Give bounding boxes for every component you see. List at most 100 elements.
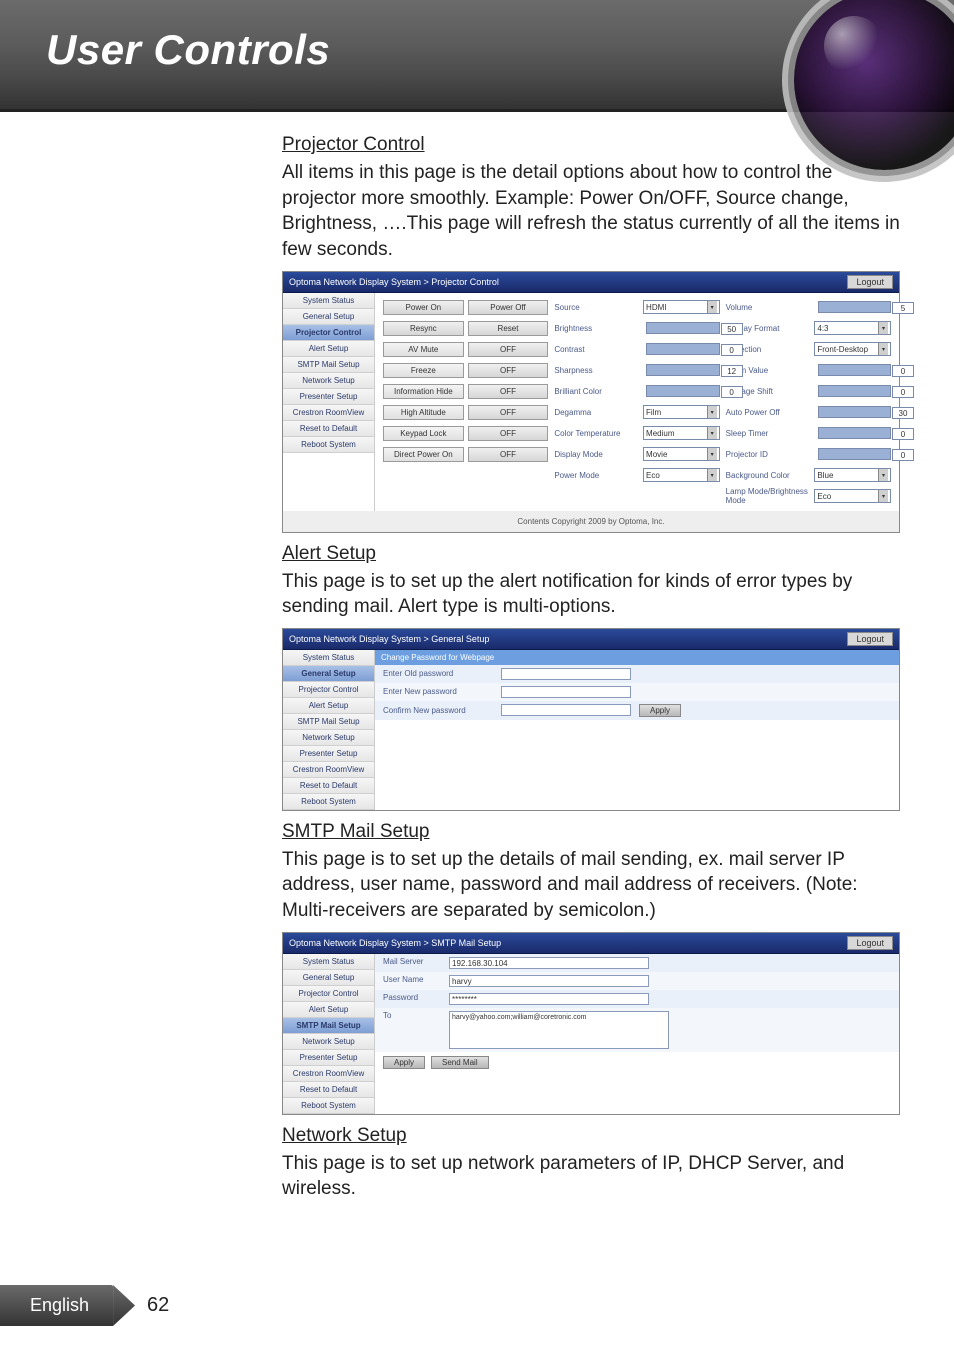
shot-body: System Status General Setup Projector Co… <box>283 650 899 810</box>
source-select[interactable]: HDMI <box>643 300 720 314</box>
nav-reset-default[interactable]: Reset to Default <box>283 421 374 437</box>
color-temp-select[interactable]: Medium <box>643 426 720 440</box>
projector-id-slider[interactable]: 0 <box>818 447 891 461</box>
nav-smtp-mail-setup[interactable]: SMTP Mail Setup <box>283 357 374 373</box>
high-altitude-button[interactable]: High Altitude <box>383 405 464 420</box>
contrast-slider[interactable]: 0 <box>646 342 719 356</box>
vshift-slider[interactable]: 0 <box>818 384 891 398</box>
body-smtp-mail-setup: This page is to set up the details of ma… <box>282 847 904 924</box>
degamma-select[interactable]: Film <box>643 405 720 419</box>
sleep-slider[interactable]: 0 <box>818 426 891 440</box>
nav-crestron-roomview[interactable]: Crestron RoomView <box>283 762 374 778</box>
power-on-button[interactable]: Power On <box>383 300 464 315</box>
apply-button[interactable]: Apply <box>383 1056 425 1069</box>
nav-reset-default[interactable]: Reset to Default <box>283 778 374 794</box>
to-label: To <box>383 1011 441 1020</box>
old-password-field[interactable] <box>501 668 631 680</box>
nav-smtp-mail-setup[interactable]: SMTP Mail Setup <box>283 714 374 730</box>
logout-button[interactable]: Logout <box>847 632 893 646</box>
pc-col-3: Volume5 Display Format4:3 ProjectionFron… <box>726 299 891 505</box>
sharpness-slider[interactable]: 12 <box>646 363 719 377</box>
nav-presenter-setup[interactable]: Presenter Setup <box>283 1050 374 1066</box>
brilliant-slider[interactable]: 0 <box>646 384 719 398</box>
send-mail-button[interactable]: Send Mail <box>431 1056 489 1069</box>
nav-presenter-setup[interactable]: Presenter Setup <box>283 746 374 762</box>
volume-slider[interactable]: 5 <box>818 300 891 314</box>
nav-network-setup[interactable]: Network Setup <box>283 373 374 389</box>
power-mode-value: Eco <box>646 471 660 480</box>
new-password-field[interactable] <box>501 686 631 698</box>
shot-breadcrumb: Optoma Network Display System > SMTP Mai… <box>289 938 501 948</box>
heading-projector-control: Projector Control <box>282 134 904 156</box>
chevron-down-icon <box>878 490 888 502</box>
logout-button[interactable]: Logout <box>847 936 893 950</box>
heading-smtp-mail-setup: SMTP Mail Setup <box>282 821 904 843</box>
display-mode-value: Movie <box>646 450 667 459</box>
nav-alert-setup[interactable]: Alert Setup <box>283 1002 374 1018</box>
body-alert-setup: This page is to set up the alert notific… <box>282 569 904 620</box>
nav-general-setup[interactable]: General Setup <box>283 666 374 682</box>
nav-reset-default[interactable]: Reset to Default <box>283 1082 374 1098</box>
info-hide-state: OFF <box>468 384 549 399</box>
nav-projector-control[interactable]: Projector Control <box>283 325 374 341</box>
nav-crestron-roomview[interactable]: Crestron RoomView <box>283 1066 374 1082</box>
zoom-slider[interactable]: 0 <box>818 363 891 377</box>
info-hide-button[interactable]: Information Hide <box>383 384 464 399</box>
confirm-password-field[interactable] <box>501 704 631 716</box>
to-textarea[interactable]: harvy@yahoo.com;william@coretronic.com <box>449 1011 669 1049</box>
nav-projector-control[interactable]: Projector Control <box>283 986 374 1002</box>
nav-general-setup[interactable]: General Setup <box>283 970 374 986</box>
nav-network-setup[interactable]: Network Setup <box>283 730 374 746</box>
lamp-mode-select[interactable]: Eco <box>814 489 891 503</box>
screenshot-projector-control: Optoma Network Display System > Projecto… <box>282 271 900 533</box>
nav-alert-setup[interactable]: Alert Setup <box>283 341 374 357</box>
power-mode-select[interactable]: Eco <box>643 468 720 482</box>
password-label: Password <box>383 993 441 1002</box>
auto-off-label: Auto Power Off <box>726 408 814 417</box>
confirm-password-label: Confirm New password <box>383 706 493 715</box>
nav-reboot-system[interactable]: Reboot System <box>283 1098 374 1114</box>
mail-server-label: Mail Server <box>383 957 441 966</box>
power-off-button[interactable]: Power Off <box>468 300 549 315</box>
display-mode-select[interactable]: Movie <box>643 447 720 461</box>
nav-alert-setup[interactable]: Alert Setup <box>283 698 374 714</box>
nav-system-status[interactable]: System Status <box>283 650 374 666</box>
chevron-down-icon <box>878 469 888 481</box>
apply-button[interactable]: Apply <box>639 704 681 717</box>
freeze-button[interactable]: Freeze <box>383 363 464 378</box>
nav-system-status[interactable]: System Status <box>283 954 374 970</box>
nav-projector-control[interactable]: Projector Control <box>283 682 374 698</box>
auto-off-slider[interactable]: 30 <box>818 405 891 419</box>
nav-general-setup[interactable]: General Setup <box>283 309 374 325</box>
nav-crestron-roomview[interactable]: Crestron RoomView <box>283 405 374 421</box>
projection-value: Front-Desktop <box>817 345 868 354</box>
keypad-lock-button[interactable]: Keypad Lock <box>383 426 464 441</box>
av-mute-state: OFF <box>468 342 549 357</box>
volume-label: Volume <box>726 303 814 312</box>
display-format-value: 4:3 <box>817 324 828 333</box>
display-format-select[interactable]: 4:3 <box>814 321 891 335</box>
nav-system-status[interactable]: System Status <box>283 293 374 309</box>
logout-button[interactable]: Logout <box>847 275 893 289</box>
nav-network-setup[interactable]: Network Setup <box>283 1034 374 1050</box>
content-area: Projector Control All items in this page… <box>0 112 954 1202</box>
projection-select[interactable]: Front-Desktop <box>814 342 891 356</box>
bg-color-select[interactable]: Blue <box>814 468 891 482</box>
user-name-field[interactable]: harvy <box>449 975 649 987</box>
high-altitude-state: OFF <box>468 405 549 420</box>
av-mute-button[interactable]: AV Mute <box>383 342 464 357</box>
resync-button[interactable]: Resync <box>383 321 464 336</box>
nav-smtp-mail-setup[interactable]: SMTP Mail Setup <box>283 1018 374 1034</box>
reset-button[interactable]: Reset <box>468 321 549 336</box>
brightness-slider[interactable]: 50 <box>646 321 719 335</box>
nav-reboot-system[interactable]: Reboot System <box>283 437 374 453</box>
mail-server-field[interactable]: 192.168.30.104 <box>449 957 649 969</box>
power-mode-label: Power Mode <box>554 471 639 480</box>
password-field[interactable]: ******** <box>449 993 649 1005</box>
nav-presenter-setup[interactable]: Presenter Setup <box>283 389 374 405</box>
direct-power-button[interactable]: Direct Power On <box>383 447 464 462</box>
alert-panel-header: Change Password for Webpage <box>375 650 899 665</box>
chevron-down-icon <box>707 469 717 481</box>
nav-reboot-system[interactable]: Reboot System <box>283 794 374 810</box>
source-label: Source <box>554 303 639 312</box>
